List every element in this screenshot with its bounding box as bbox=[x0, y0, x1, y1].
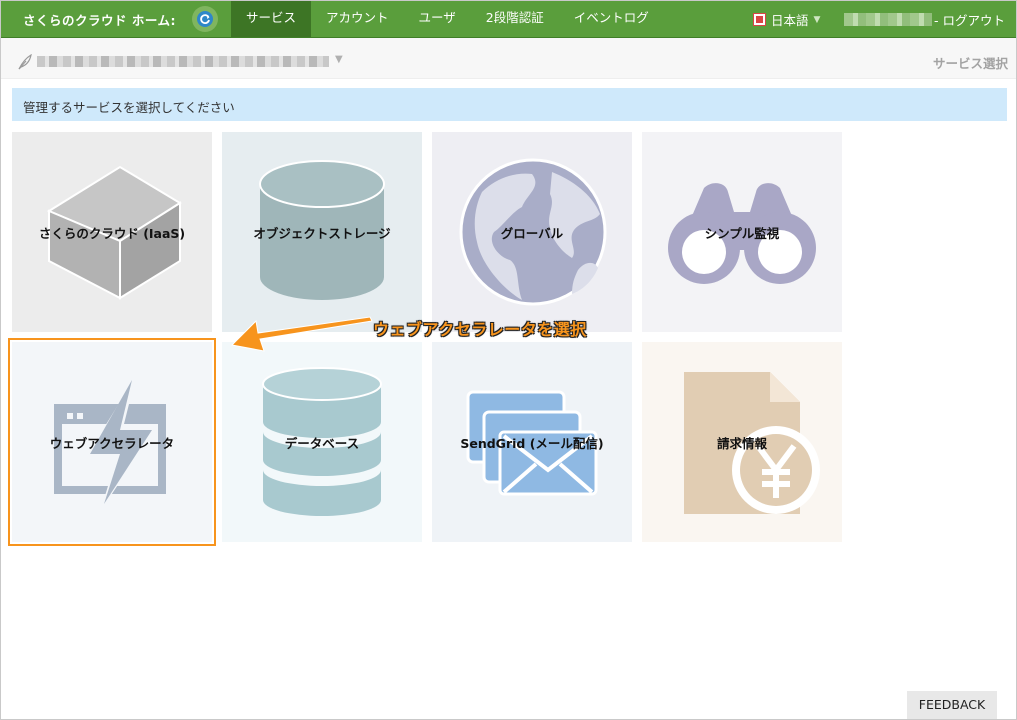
selection-highlight bbox=[8, 338, 216, 546]
tile-sakura-cloud-iaas[interactable]: さくらのクラウド (IaaS) bbox=[12, 132, 212, 332]
instruction-text: 管理するサービスを選択してください bbox=[23, 100, 235, 115]
arrow-icon bbox=[230, 316, 373, 352]
instruction-banner: 管理するサービスを選択してください bbox=[12, 88, 1007, 121]
chevron-down-icon: ▼ bbox=[813, 14, 821, 25]
tile-label: SendGrid (メール配信) bbox=[460, 436, 604, 451]
refresh-icon[interactable] bbox=[192, 6, 218, 32]
tile-label: オブジェクトストレージ bbox=[253, 226, 391, 241]
tile-label: シンプル監視 bbox=[704, 226, 780, 241]
chevron-down-icon[interactable]: ▼ bbox=[335, 54, 343, 65]
logout-link[interactable]: - ログアウト bbox=[934, 10, 1005, 29]
feedback-button[interactable]: FEEDBACK bbox=[907, 691, 997, 719]
user-menu: - ログアウト bbox=[844, 10, 1005, 29]
tile-sendgrid[interactable]: SendGrid (メール配信) bbox=[432, 342, 632, 542]
callout-text: ウェブアクセラレータを選択 bbox=[373, 320, 587, 339]
tile-label: データベース bbox=[284, 436, 360, 451]
redacted-username bbox=[844, 13, 932, 26]
app-window: さくらのクラウド ホーム: サービス アカウント ユーザ 2段階認証 イベントロ… bbox=[0, 0, 1017, 720]
redacted-account-selector[interactable] bbox=[37, 56, 329, 67]
feather-icon bbox=[18, 54, 32, 70]
language-icon bbox=[753, 13, 766, 26]
language-label: 日本語 bbox=[771, 13, 809, 28]
tile-label: 請求情報 bbox=[716, 436, 767, 451]
tile-object-storage[interactable]: オブジェクトストレージ bbox=[222, 132, 422, 332]
tile-database[interactable]: データベース bbox=[222, 342, 422, 542]
account-bar: ▼ サービス選択 bbox=[1, 38, 1016, 79]
nav-services[interactable]: サービス bbox=[231, 1, 312, 37]
home-link[interactable]: さくらのクラウド ホーム: bbox=[23, 10, 176, 29]
nav-account[interactable]: アカウント bbox=[311, 1, 404, 37]
tile-billing[interactable]: 請求情報 bbox=[642, 342, 842, 542]
main-nav: サービス アカウント ユーザ 2段階認証 イベントログ bbox=[231, 1, 664, 37]
tile-global[interactable]: グローバル bbox=[432, 132, 632, 332]
nav-users[interactable]: ユーザ bbox=[404, 1, 471, 37]
language-selector[interactable]: 日本語 ▼ bbox=[753, 10, 820, 29]
tile-simple-monitoring[interactable]: シンプル監視 bbox=[642, 132, 842, 332]
tile-label: さくらのクラウド (IaaS) bbox=[38, 226, 186, 241]
top-navigation-bar: さくらのクラウド ホーム: サービス アカウント ユーザ 2段階認証 イベントロ… bbox=[1, 1, 1016, 38]
nav-event-log[interactable]: イベントログ bbox=[559, 1, 664, 37]
nav-two-factor[interactable]: 2段階認証 bbox=[471, 1, 559, 37]
tile-label: グローバル bbox=[500, 226, 564, 241]
service-select-label: サービス選択 bbox=[932, 56, 1008, 71]
